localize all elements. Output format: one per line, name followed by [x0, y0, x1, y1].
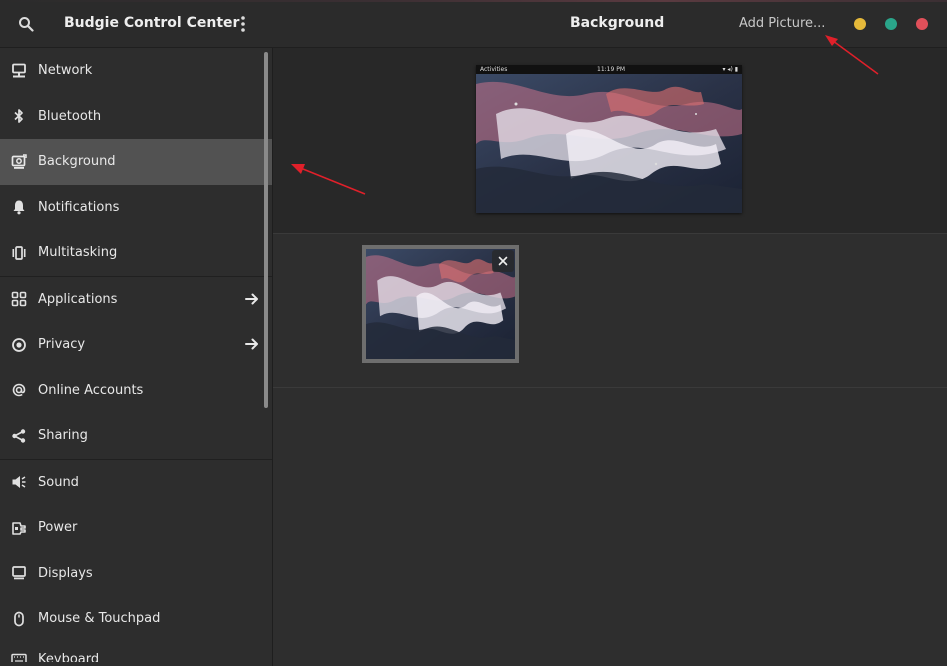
preview-top-bar: Activities 11:19 PM ▾ ◂) ▮ — [476, 65, 742, 74]
sidebar-item-label: Sound — [38, 474, 79, 490]
bell-icon — [10, 198, 28, 216]
sidebar-item-displays[interactable]: Displays — [0, 551, 272, 597]
sidebar-item-bluetooth[interactable]: Bluetooth — [0, 94, 272, 140]
desktop-preview: Activities 11:19 PM ▾ ◂) ▮ — [476, 65, 742, 213]
header-bar: Budgie Control Center Background Add Pic… — [0, 0, 947, 48]
preview-clock-label: 11:19 PM — [597, 66, 625, 73]
sidebar-item-multitasking[interactable]: Multitasking — [0, 230, 272, 276]
main-menu-button[interactable] — [227, 8, 259, 40]
background-icon — [10, 153, 28, 171]
sidebar-item-label: Background — [38, 154, 116, 170]
search-button[interactable] — [10, 8, 42, 40]
display-icon — [10, 564, 28, 582]
sidebar-item-applications[interactable]: Applications — [0, 275, 272, 323]
sidebar-item-network[interactable]: Network — [0, 48, 272, 94]
speaker-icon — [10, 473, 28, 491]
sidebar-item-power[interactable]: Power — [0, 505, 272, 551]
bluetooth-icon — [10, 107, 28, 125]
sidebar-item-label: Multitasking — [38, 245, 118, 261]
privacy-icon — [10, 336, 28, 354]
minimize-button[interactable] — [854, 18, 866, 30]
sidebar-item-label: Sharing — [38, 428, 88, 444]
preview-wallpaper — [476, 74, 742, 213]
sidebar-item-label: Applications — [38, 291, 118, 307]
background-gallery — [273, 234, 947, 388]
at-icon — [10, 381, 28, 399]
sidebar-item-keyboard[interactable]: Keyboard — [0, 642, 272, 662]
header-accent-line — [0, 0, 947, 2]
sidebar-item-online-accounts[interactable]: Online Accounts — [0, 368, 272, 414]
sidebar-item-sound[interactable]: Sound — [0, 458, 272, 506]
keyboard-icon — [10, 650, 28, 662]
background-panel: Activities 11:19 PM ▾ ◂) ▮ — [273, 48, 947, 666]
sidebar-item-privacy[interactable]: Privacy — [0, 322, 272, 368]
close-icon — [498, 256, 508, 266]
maximize-button[interactable] — [885, 18, 897, 30]
preview-status-icons: ▾ ◂) ▮ — [722, 66, 738, 73]
sidebar-scrollbar[interactable] — [264, 52, 268, 408]
wallpaper-thumbnail[interactable] — [362, 245, 519, 363]
sidebar-item-label: Online Accounts — [38, 382, 144, 398]
background-preview-area: Activities 11:19 PM ▾ ◂) ▮ — [273, 48, 947, 234]
arrow-right-icon — [245, 338, 258, 350]
sidebar-item-notifications[interactable]: Notifications — [0, 185, 272, 231]
sidebar-item-background[interactable]: Background — [0, 139, 272, 185]
multitasking-icon — [10, 244, 28, 262]
sidebar-item-label: Mouse & Touchpad — [38, 611, 161, 627]
search-icon — [19, 17, 34, 32]
close-button[interactable] — [916, 18, 928, 30]
add-picture-button[interactable]: Add Picture... — [739, 16, 825, 31]
sidebar-item-label: Notifications — [38, 199, 120, 215]
arrow-right-icon — [245, 293, 258, 304]
mouse-icon — [10, 610, 28, 628]
app-title: Budgie Control Center — [64, 15, 240, 31]
sidebar: Network Bluetooth Background Notificatio… — [0, 48, 273, 666]
power-plug-icon — [10, 519, 28, 537]
sidebar-item-label: Power — [38, 520, 78, 536]
vertical-dots-icon — [241, 16, 245, 32]
sidebar-item-label: Privacy — [38, 337, 86, 353]
sidebar-item-label: Displays — [38, 565, 93, 581]
apps-grid-icon — [10, 290, 28, 308]
network-icon — [10, 62, 28, 80]
sidebar-item-sharing[interactable]: Sharing — [0, 413, 272, 459]
remove-wallpaper-button[interactable] — [492, 250, 514, 272]
sidebar-item-mouse-touchpad[interactable]: Mouse & Touchpad — [0, 596, 272, 642]
panel-title: Background — [570, 15, 665, 31]
sidebar-item-label: Bluetooth — [38, 108, 102, 124]
share-icon — [10, 427, 28, 445]
preview-activities-label: Activities — [480, 66, 508, 73]
sidebar-item-label: Keyboard — [38, 651, 100, 662]
sidebar-item-label: Network — [38, 63, 93, 79]
